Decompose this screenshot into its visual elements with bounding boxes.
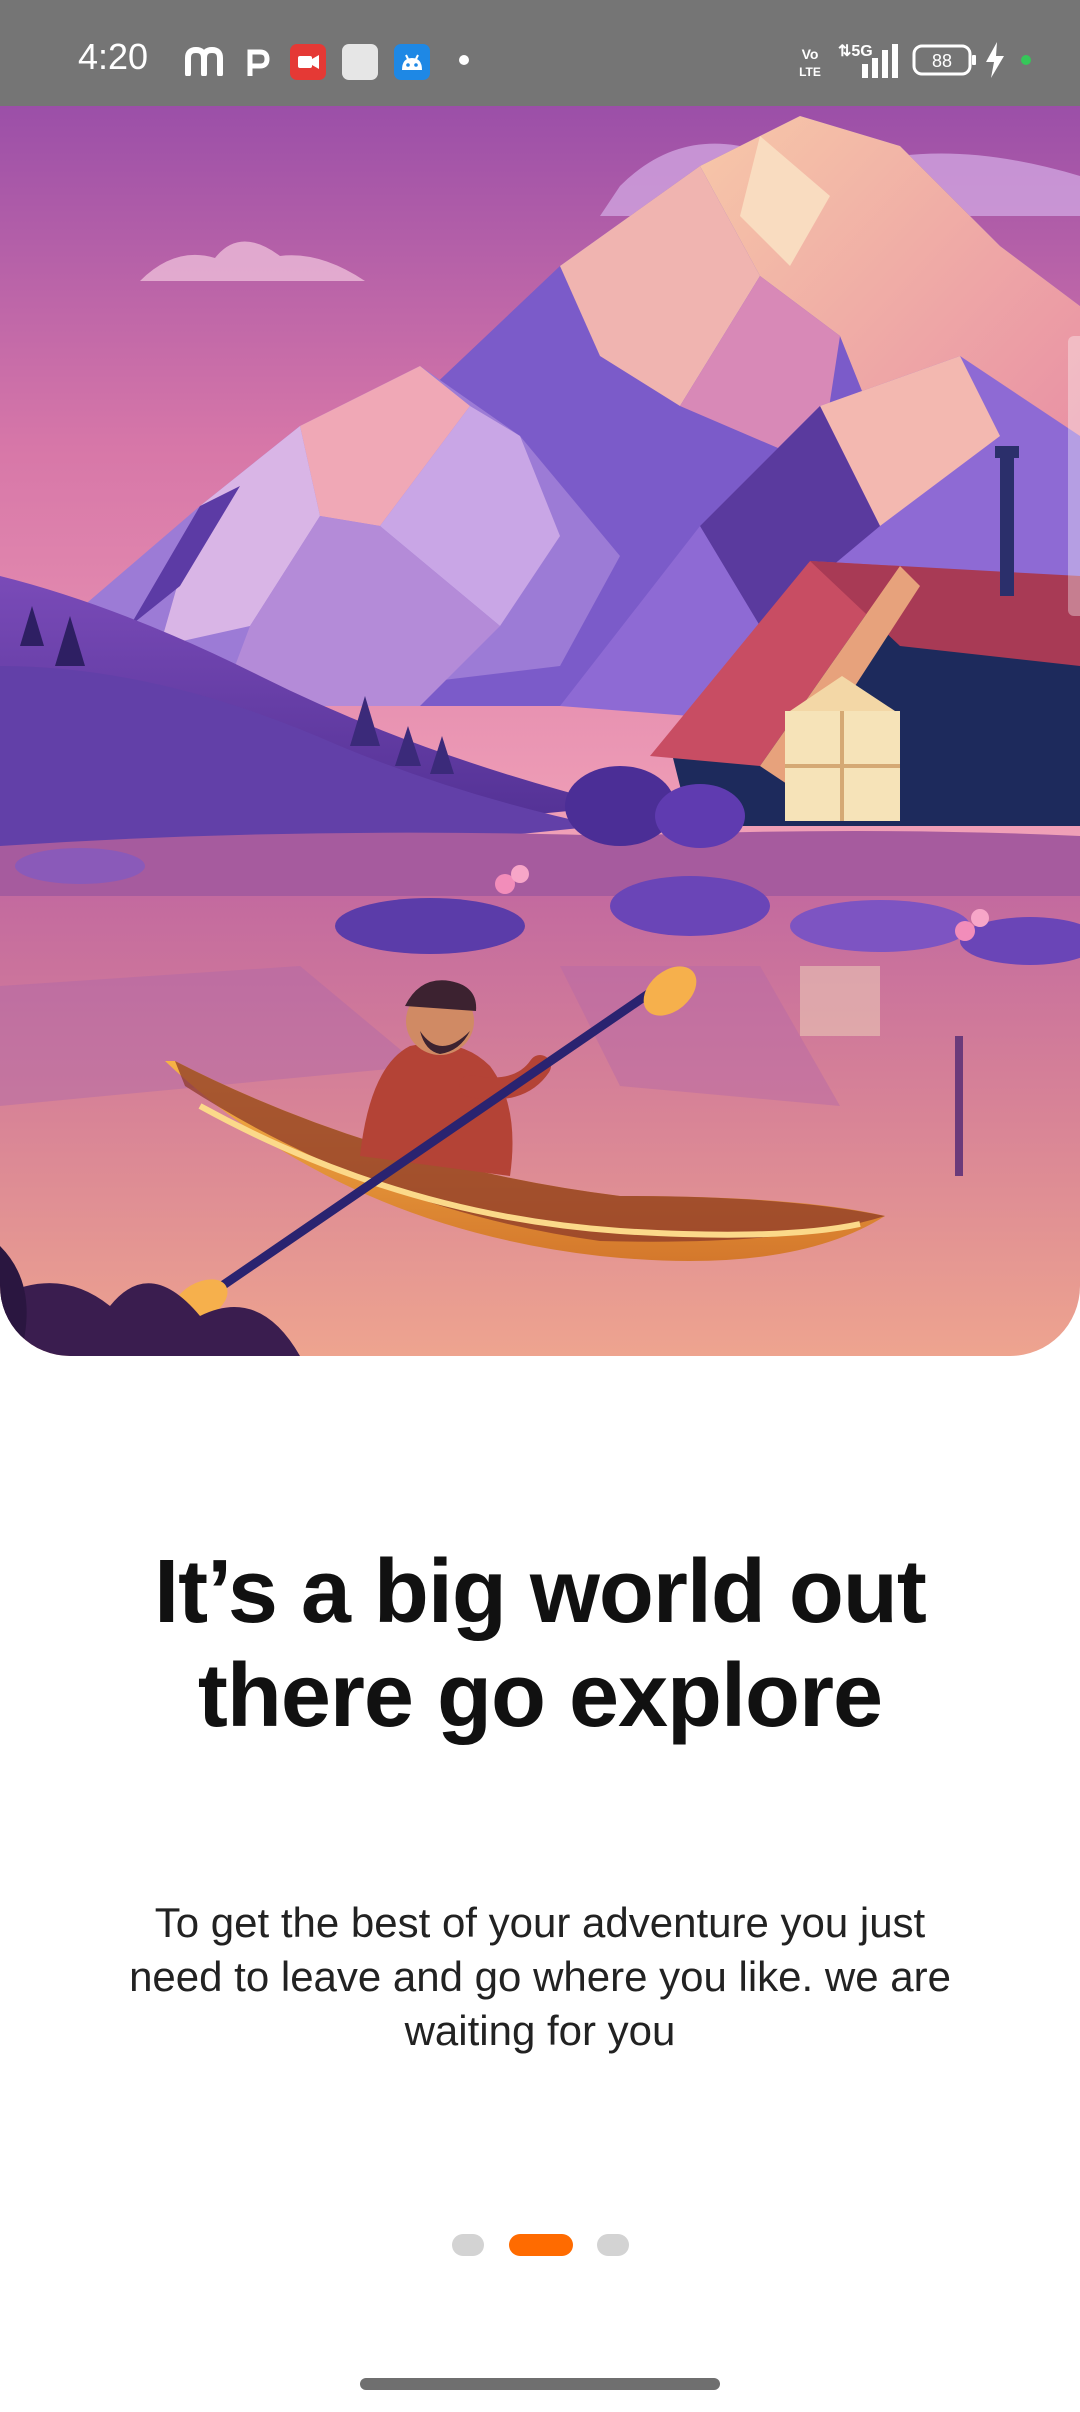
svg-text:LTE: LTE xyxy=(799,65,821,79)
onboarding-description: To get the best of your adventure you ju… xyxy=(90,1896,990,2058)
volte-icon: Vo LTE xyxy=(799,46,821,79)
onboarding-description-line1: To get the best of your adventure you ju… xyxy=(154,1899,926,1946)
page-dot-2-active[interactable] xyxy=(509,2234,573,2256)
page-dot-3[interactable] xyxy=(597,2234,629,2256)
signal-icon: ⇅5G xyxy=(838,43,898,78)
p-app-icon xyxy=(247,49,270,76)
onboarding-description-line3: waiting for you xyxy=(404,2007,676,2054)
onboarding-title-line1: It’s a big world out xyxy=(154,1542,927,1642)
page-indicator xyxy=(0,2234,1080,2258)
page-dot-1[interactable] xyxy=(452,2234,484,2256)
home-indicator[interactable] xyxy=(360,2378,720,2390)
mountain-lake-cabin-kayak-illustration xyxy=(0,106,1080,1356)
svg-text:88: 88 xyxy=(932,51,952,71)
blank-app-icon xyxy=(342,44,378,80)
onboarding-screen: 4:20 Vo LTE ⇅5G 88 It’s a big world out … xyxy=(0,0,1080,2412)
android-app-icon xyxy=(394,44,430,80)
active-dot-icon xyxy=(1021,55,1031,65)
m-app-icon xyxy=(185,46,223,76)
svg-text:⇅5G: ⇅5G xyxy=(838,43,873,60)
onboarding-description-line2: need to leave and go where you like. we … xyxy=(129,1953,951,2000)
battery-icon: 88 xyxy=(912,44,976,76)
svg-text:Vo: Vo xyxy=(802,46,819,62)
status-bar: 4:20 Vo LTE ⇅5G 88 xyxy=(0,0,1080,106)
charging-icon xyxy=(986,42,1004,78)
onboarding-title-line2: there go explore xyxy=(197,1646,883,1746)
scroll-indicator xyxy=(1068,336,1080,616)
status-time: 4:20 xyxy=(78,36,149,77)
onboarding-title: It’s a big world out there go explore xyxy=(90,1540,990,1748)
more-dot-icon xyxy=(459,55,469,65)
video-app-icon xyxy=(290,44,326,80)
hero-illustration xyxy=(0,106,1080,1356)
